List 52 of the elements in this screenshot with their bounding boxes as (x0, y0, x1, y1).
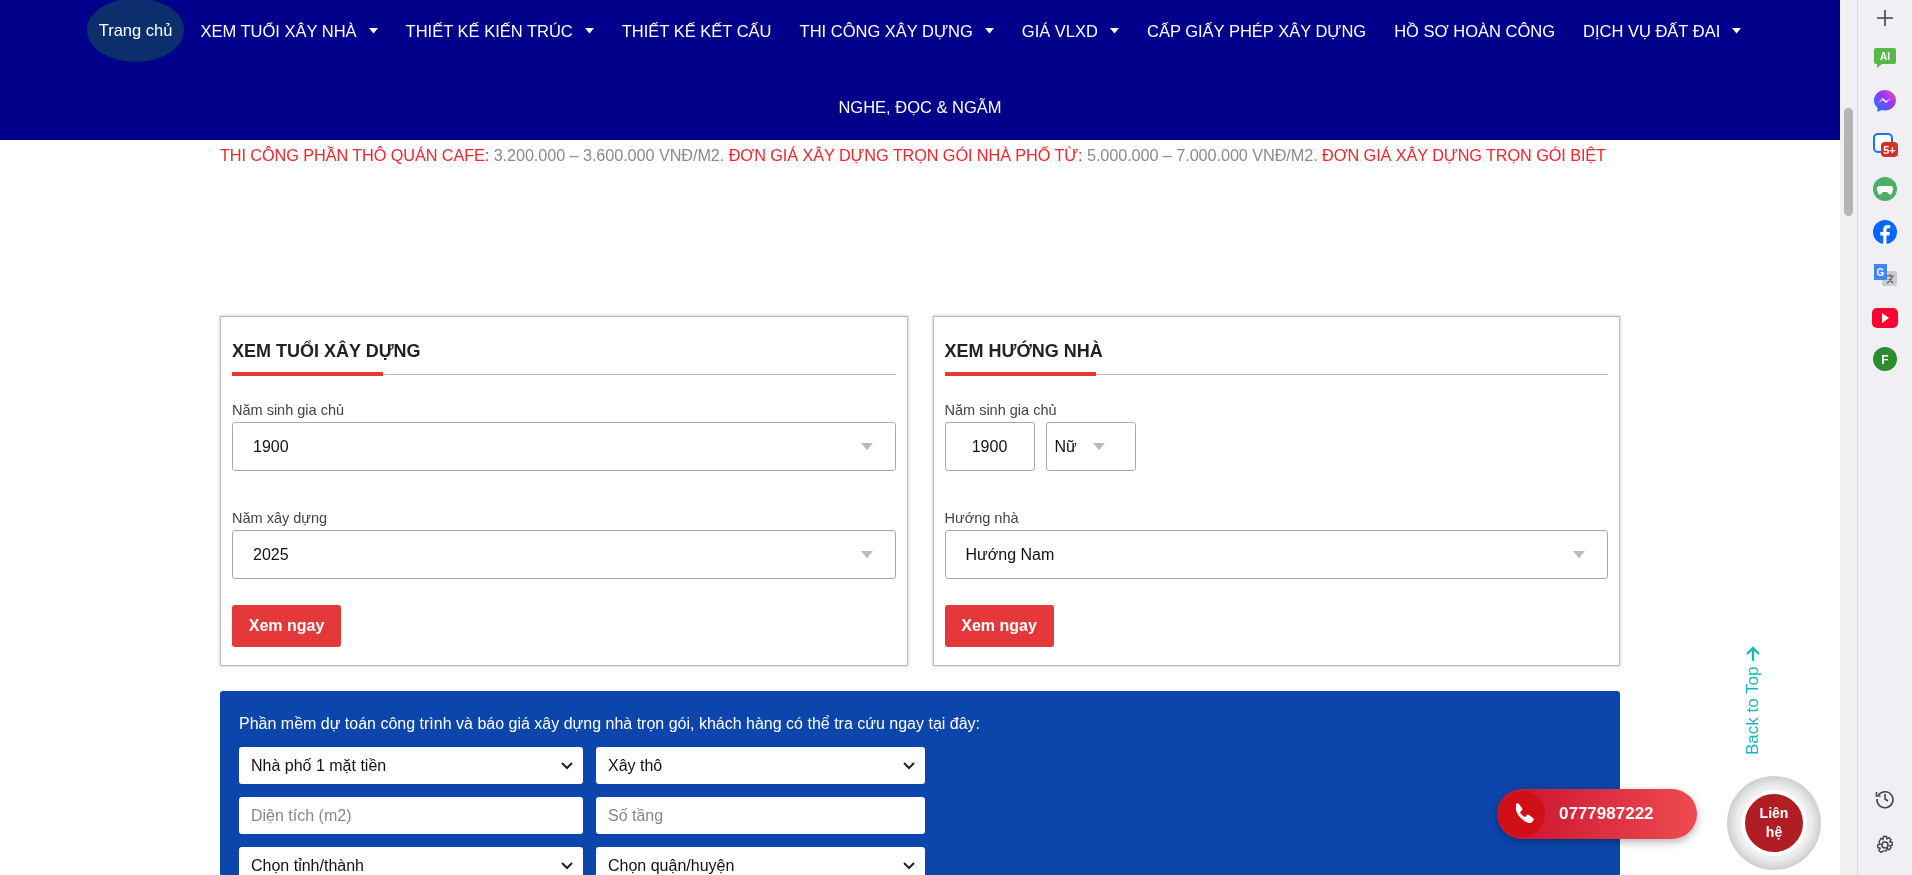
nav-link[interactable]: HỒ SƠ HOÀN CÔNG (1382, 0, 1568, 62)
nav-link[interactable]: THIẾT KẾ KẾT CẤU (609, 0, 784, 62)
chevron-icon (903, 761, 915, 770)
field-label: Năm sinh gia chủ (944, 402, 1057, 418)
arrow-icon (1745, 646, 1761, 663)
history-icon[interactable] (1875, 789, 1895, 809)
intro-text: Phần mềm dự toán công trình và báo giá xây dựng nhà trọn gói, khách hàng có thể tra cứu ngay tại đây: (239, 715, 982, 733)
nav-link[interactable]: GIÁ VLXD (1009, 0, 1131, 62)
select-field[interactable]: Nữ (1045, 422, 1136, 471)
caret-icon (860, 443, 873, 451)
chevron-icon (903, 861, 915, 870)
chevron-icon (561, 861, 573, 870)
select-field[interactable]: Xây thô (596, 747, 925, 784)
select-field[interactable]: Chọn quận/huyện (596, 847, 925, 875)
nav-link[interactable]: Trang chủ (86, 0, 185, 62)
select-field[interactable]: Chọn tỉnh/thành (239, 847, 583, 875)
select-field[interactable]: 1900 (232, 422, 896, 471)
nav-link[interactable]: THI CÔNG XÂY DỰNG (787, 0, 1006, 62)
messenger-icon[interactable] (1873, 89, 1897, 113)
nav-link[interactable]: CẤP GIẤY PHÉP XÂY DỰNG (1135, 0, 1379, 62)
input-field[interactable]: Diện tích (m2) (239, 797, 583, 834)
price-ticker: THI CÔNG PHẦN THÔ QUÁN CAFE: 3.200.000 – 3.600.000 VNĐ/M2. ĐƠN GIÁ XÂY DỰNG TRỌN GÓI NHÀ PHỐ TỪ: 5.000.000 – 7.000.000 VNĐ/M2. ĐƠN GIÁ XÂY DỰNG TRỌN GÓI BIỆT (220, 146, 1606, 165)
chevron-icon (561, 761, 573, 770)
field-label: Năm xây dựng (232, 510, 328, 526)
nav-link[interactable]: XEM TUỔI XÂY NHÀ (188, 0, 390, 62)
input-field[interactable]: Số tầng (596, 797, 925, 834)
submit-button[interactable]: Xem ngay (944, 605, 1054, 647)
contact-button[interactable]: Liên hệ (1727, 776, 1821, 870)
nav-link[interactable]: DỊCH VỤ ĐẤT ĐAI (1571, 0, 1754, 62)
facebook-icon[interactable] (1873, 220, 1897, 244)
phone-button[interactable]: 0777987222 (1497, 789, 1697, 839)
select-field[interactable]: 2025 (232, 530, 896, 579)
select-field[interactable]: Nhà phố 1 mặt tiền (239, 747, 583, 784)
avatar-icon[interactable]: F (1873, 347, 1897, 371)
submit-button[interactable]: Xem ngay (232, 605, 341, 647)
field-label: Hướng nhà (944, 510, 1019, 526)
caret-icon (1092, 443, 1105, 451)
settings-icon[interactable] (1875, 835, 1895, 855)
input-field[interactable]: 1900 (944, 422, 1035, 471)
caret-icon (860, 551, 873, 559)
plus-icon[interactable] (1876, 9, 1894, 27)
nav-link[interactable]: NGHE, ĐỌC & NGẪM (826, 76, 1014, 138)
play-icon[interactable] (1872, 308, 1898, 328)
card-title: XEM TUỔI XÂY DỰNG (232, 339, 421, 363)
select-field[interactable]: Hướng Nam (944, 530, 1608, 579)
field-label: Năm sinh gia chủ (232, 402, 345, 418)
caret-icon (1573, 551, 1585, 559)
card-title: XEM HƯỚNG NHÀ (944, 339, 1103, 363)
scrollbar-thumb[interactable] (1844, 108, 1853, 216)
gamepad-icon[interactable] (1873, 177, 1897, 201)
nav-link[interactable]: THIẾT KẾ KIẾN TRÚC (393, 0, 606, 62)
phone-icon (1499, 791, 1545, 837)
